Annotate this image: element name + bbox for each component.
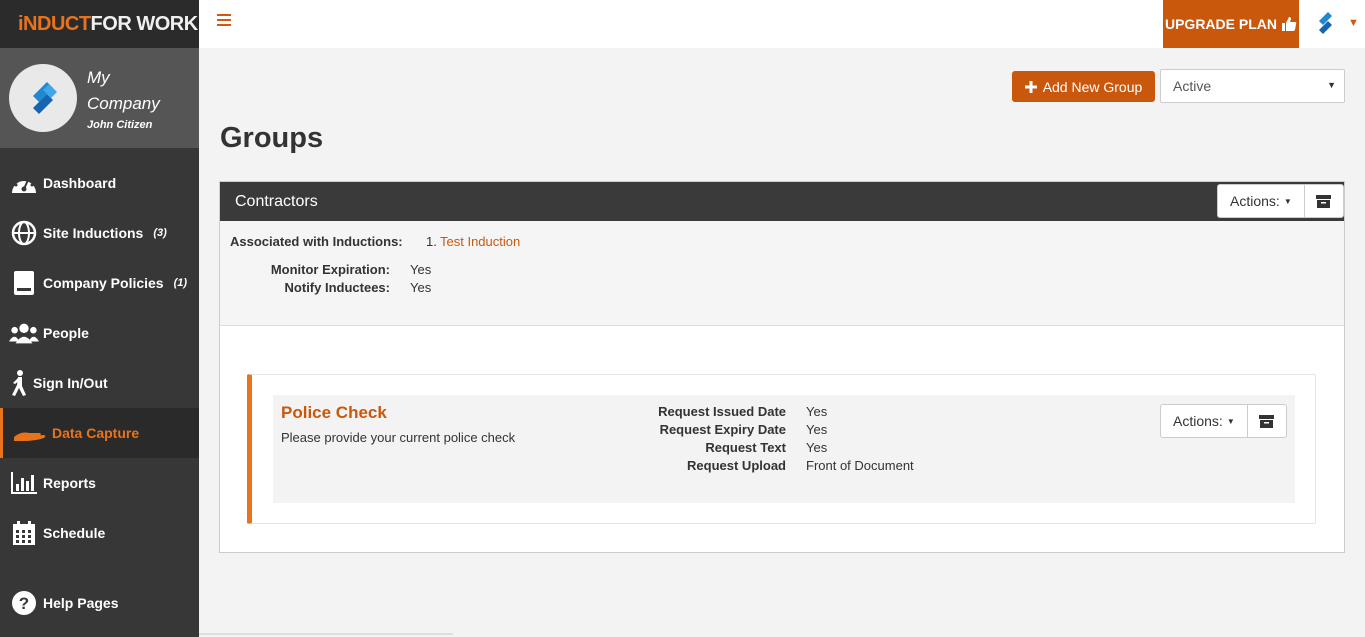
divider [199, 633, 453, 635]
nav-label: Reports [43, 475, 96, 491]
brand-logo[interactable]: iNDUCT FOR WORK [0, 0, 199, 48]
nav-label: Data Capture [52, 425, 140, 441]
nav-count-badge: (3) [153, 227, 167, 239]
thumbs-up-icon [1282, 17, 1297, 31]
notify-inductees-value: Yes [410, 280, 432, 295]
nav-label: Help Pages [43, 595, 119, 611]
status-filter-select[interactable]: Active ▼ [1160, 69, 1345, 103]
status-value: Active [1173, 78, 1212, 94]
nav-help-pages[interactable]: ? Help Pages [0, 578, 199, 628]
profile-block: My Company John Citizen [0, 48, 199, 148]
company-name-line1: My [87, 68, 110, 87]
company-logo-icon [33, 82, 57, 114]
notify-inductees-label: Notify Inductees: [284, 280, 390, 295]
associated-label: Associated with Inductions: [230, 234, 403, 249]
request-label: Request Expiry Date [659, 422, 786, 437]
card-description: Please provide your current police check [281, 430, 516, 445]
help-icon: ? [9, 588, 39, 618]
company-avatar[interactable] [9, 64, 77, 132]
nav-label: Sign In/Out [33, 375, 108, 391]
nav-label: Company Policies [43, 275, 164, 291]
card-actions-dropdown[interactable]: Actions: ▼ [1161, 405, 1248, 437]
account-logo-icon[interactable] [1313, 10, 1339, 36]
nav-data-capture[interactable]: Data Capture [0, 408, 199, 458]
card-body: Police Check Please provide your current… [273, 395, 1295, 503]
upgrade-label: UPGRADE PLAN [1164, 16, 1277, 32]
group-header: Contractors Actions: ▼ [220, 182, 1344, 221]
top-bar: UPGRADE PLAN ▼ [199, 0, 1365, 48]
nav-label: People [43, 325, 89, 341]
monitor-expiration-label: Monitor Expiration: [270, 262, 390, 277]
monitor-expiration-value: Yes [410, 262, 432, 277]
nav-label: Schedule [43, 525, 106, 541]
walking-icon [9, 368, 29, 398]
brand-part2: FOR WORK [90, 12, 199, 35]
data-capture-card: Police Check Please provide your current… [247, 374, 1316, 524]
caret-down-icon: ▼ [1226, 416, 1235, 426]
group-name: Contractors [235, 192, 318, 210]
archive-button[interactable] [1248, 405, 1286, 437]
chevron-down-icon[interactable]: ▼ [1348, 17, 1359, 29]
request-label: Request Text [705, 440, 786, 455]
nav-schedule[interactable]: Schedule [0, 508, 199, 558]
request-value: Yes [806, 404, 828, 419]
nav-company-policies[interactable]: Company Policies (1) [0, 258, 199, 308]
card-title: Police Check [281, 403, 387, 422]
brand-part1: iNDUCT [18, 12, 91, 35]
nav-label: Dashboard [43, 175, 117, 191]
company-name-line2: Company [87, 94, 160, 113]
nav-dashboard[interactable]: Dashboard [0, 158, 199, 208]
induction-link[interactable]: Test Induction [440, 234, 520, 249]
add-group-label: Add New Group [1042, 78, 1143, 95]
svg-text:?: ? [19, 594, 29, 613]
upgrade-plan-button[interactable]: UPGRADE PLAN [1163, 0, 1299, 48]
request-label: Request Issued Date [658, 404, 786, 419]
plus-icon [1024, 80, 1037, 93]
group-details: Associated with Inductions: 1. Test Indu… [220, 221, 1344, 326]
globe-icon [9, 218, 39, 248]
request-value: Yes [806, 422, 828, 437]
bar-chart-icon [9, 468, 39, 498]
page-title: Groups [220, 122, 324, 154]
sidebar: iNDUCT FOR WORK My Company John Citizen D… [0, 0, 199, 637]
caret-down-icon: ▼ [1283, 196, 1292, 206]
nav-people[interactable]: People [0, 308, 199, 358]
actions-label: Actions: [1173, 413, 1223, 429]
nav-site-inductions[interactable]: Site Inductions (3) [0, 208, 199, 258]
request-value: Front of Document [806, 458, 914, 473]
calendar-icon [9, 518, 39, 548]
archive-button[interactable] [1305, 185, 1343, 217]
hand-icon [12, 418, 48, 448]
select-caret-icon: ▼ [1327, 80, 1336, 90]
add-new-group-button[interactable]: Add New Group [1012, 71, 1155, 102]
book-icon [9, 268, 39, 298]
request-label: Request Upload [687, 458, 786, 473]
user-name: John Citizen [87, 119, 153, 131]
nav-reports[interactable]: Reports [0, 458, 199, 508]
dashboard-icon [9, 168, 39, 198]
group-actions: Actions: ▼ [1217, 184, 1344, 218]
menu-toggle-icon[interactable] [217, 14, 231, 26]
nav-count-badge: (1) [173, 277, 188, 289]
request-value: Yes [806, 440, 828, 455]
people-icon [9, 318, 39, 348]
actions-label: Actions: [1230, 193, 1280, 209]
archive-icon [1259, 414, 1275, 428]
card-actions: Actions: ▼ [1160, 404, 1287, 438]
archive-icon [1316, 194, 1332, 208]
nav-sign-in-out[interactable]: Sign In/Out [0, 358, 199, 408]
group-actions-dropdown[interactable]: Actions: ▼ [1218, 185, 1305, 217]
nav-label: Site Inductions [43, 225, 144, 241]
induction-number: 1. [426, 234, 437, 249]
